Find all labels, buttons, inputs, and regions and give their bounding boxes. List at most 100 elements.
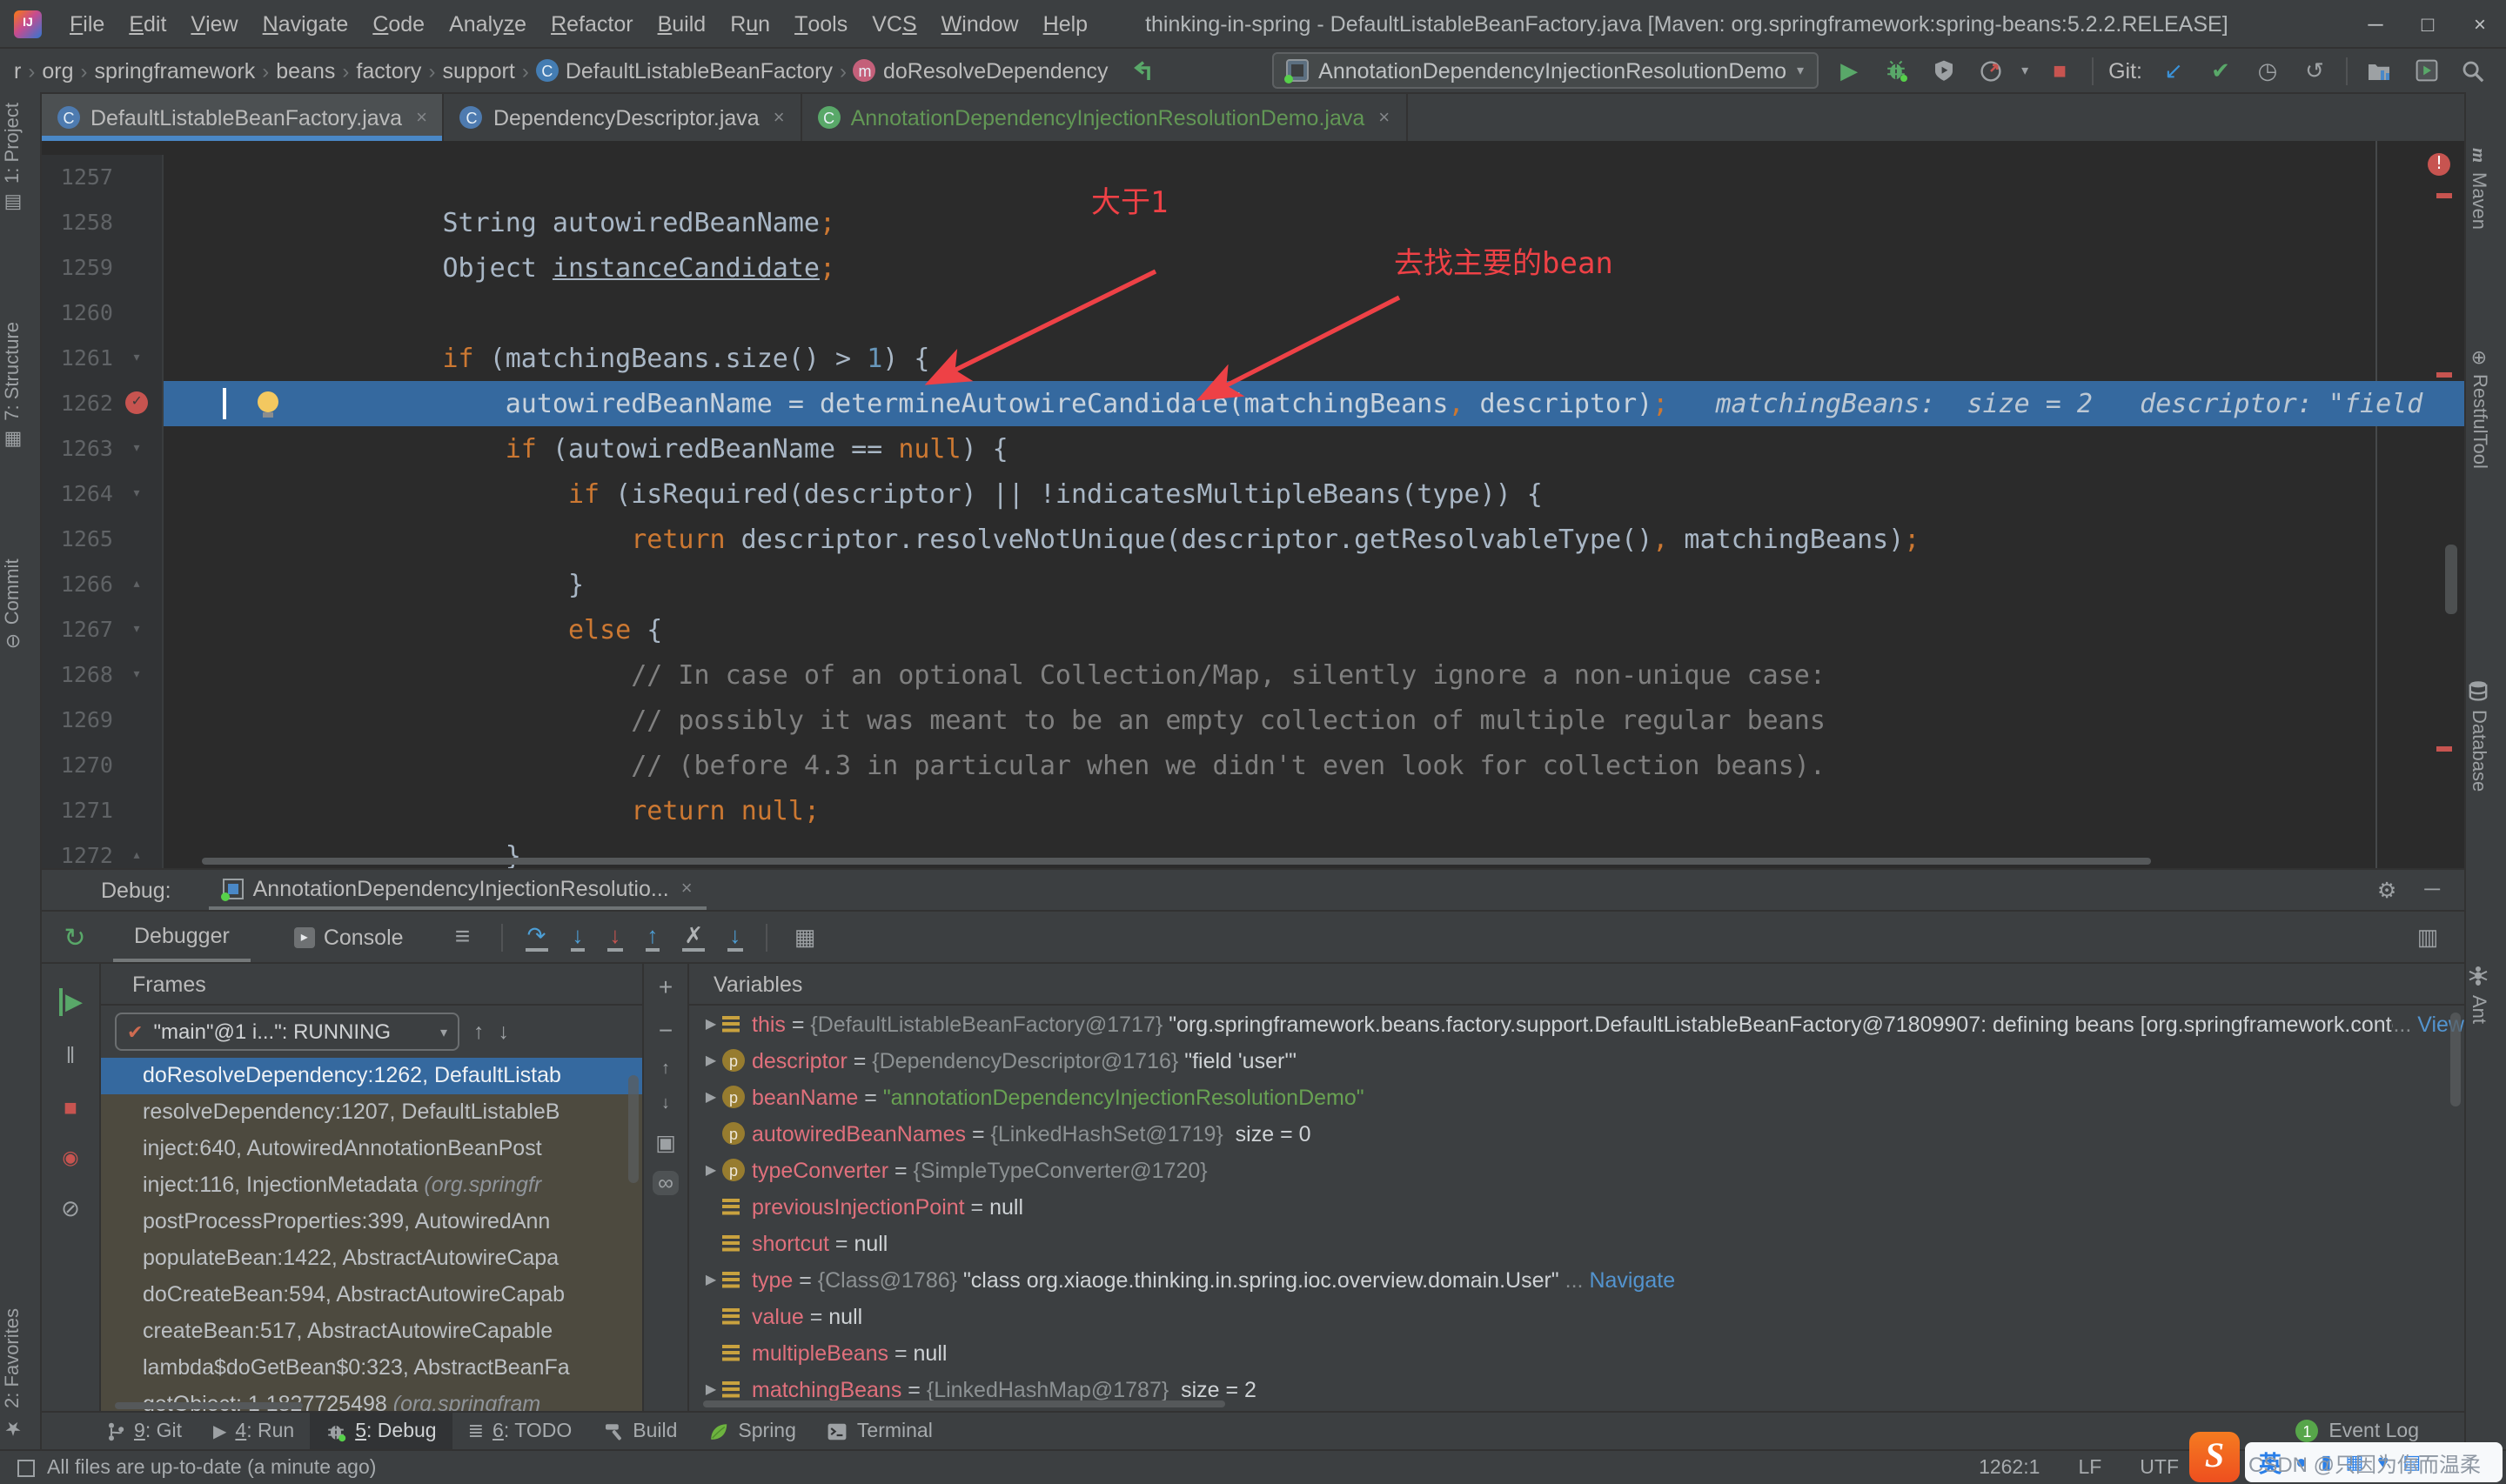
editor-horizontal-scrollbar[interactable]: [202, 858, 2151, 865]
frame-down-icon[interactable]: ↓: [499, 1019, 510, 1044]
tab-debugger[interactable]: Debugger: [113, 912, 251, 962]
changes-folder-icon[interactable]: [2363, 55, 2395, 86]
evaluate-expression-icon[interactable]: ▦: [789, 921, 821, 953]
sidebar-item-structure[interactable]: ▦ 7: Structure: [2, 322, 24, 452]
run-anything-icon[interactable]: [2410, 55, 2442, 86]
run-config-select[interactable]: AnnotationDependencyInjectionResolutionD…: [1271, 52, 1819, 89]
expand-icon[interactable]: ▶: [700, 1272, 722, 1287]
minimize-button[interactable]: ─: [2349, 0, 2402, 47]
error-stripe-mark[interactable]: [2436, 746, 2452, 752]
frame-row[interactable]: createBean:517, AbstractAutowireCapable: [101, 1314, 642, 1350]
menu-item-tools[interactable]: Tools: [782, 0, 860, 47]
step-out-icon[interactable]: ↑: [645, 923, 660, 951]
profiler-button[interactable]: [1974, 55, 2006, 86]
frame-row[interactable]: lambda$doGetBean$0:323, AbstractBeanFa: [101, 1350, 642, 1387]
history-icon[interactable]: ◷: [2252, 55, 2283, 86]
view-breakpoints-icon[interactable]: ◉: [62, 1146, 78, 1169]
menu-item-vcs[interactable]: VC S: [860, 0, 928, 47]
git-update-icon[interactable]: ↙: [2158, 55, 2189, 86]
variables-horizontal-scrollbar[interactable]: [703, 1400, 1225, 1407]
sidebar-item-project[interactable]: ▤ 1: Project: [2, 103, 24, 215]
tool-window-button-todo[interactable]: ≣ 6: TODO: [452, 1413, 588, 1449]
tool-window-button-run[interactable]: ▶ 4: Run: [198, 1413, 310, 1449]
breadcrumb-item[interactable]: r: [10, 58, 24, 83]
close-button[interactable]: ×: [2454, 0, 2506, 47]
editor-tab[interactable]: C DefaultListableBeanFactory.java ×: [42, 94, 445, 141]
profiler-dropdown-icon[interactable]: ▾: [2021, 63, 2028, 78]
variable-row[interactable]: shortcut = null: [689, 1225, 2464, 1261]
frame-row[interactable]: postProcessProperties:399, AutowiredAnn: [101, 1204, 642, 1240]
remove-watch-icon[interactable]: −: [659, 1016, 673, 1044]
run-button[interactable]: ▶: [1833, 55, 1865, 86]
menu-item-file[interactable]: File: [57, 0, 117, 47]
frame-up-icon[interactable]: ↑: [473, 1019, 485, 1044]
close-icon[interactable]: ×: [774, 107, 785, 128]
editor-tab[interactable]: C DependencyDescriptor.java ×: [445, 94, 802, 141]
hide-panel-icon[interactable]: ─: [2424, 877, 2440, 903]
sidebar-item-favorites[interactable]: ★ 2: Favorites: [2, 1307, 24, 1439]
restore-layout-icon[interactable]: ▥: [2412, 921, 2443, 953]
sidebar-item-restfultool[interactable]: ⊕ RestfulTool: [2468, 350, 2490, 469]
tool-window-button-debug[interactable]: 5: Debug: [310, 1413, 452, 1449]
menu-item-navigate[interactable]: Navigate: [251, 0, 361, 47]
stop-button[interactable]: ■: [2044, 55, 2075, 86]
run-to-cursor-icon[interactable]: ↓: [727, 923, 743, 951]
tool-window-button-terminal[interactable]: Terminal: [812, 1413, 948, 1449]
variables-scrollbar[interactable]: [2450, 1013, 2461, 1106]
tool-window-button-git[interactable]: 9: Git: [90, 1413, 198, 1449]
debug-session-tab[interactable]: AnnotationDependencyInjectionResolutio..…: [209, 870, 707, 910]
navigate-link[interactable]: Navigate: [1589, 1267, 1675, 1292]
breadcrumb-item[interactable]: org: [38, 58, 77, 83]
gear-icon[interactable]: ⚙: [2377, 877, 2396, 903]
expand-icon[interactable]: ▶: [700, 1053, 722, 1068]
frame-row[interactable]: doResolveDependency:1262, DefaultListab: [101, 1058, 642, 1094]
search-everywhere-icon[interactable]: [2457, 55, 2489, 86]
frame-row[interactable]: populateBean:1422, AbstractAutowireCapa: [101, 1240, 642, 1277]
frame-row[interactable]: inject:640, AutowiredAnnotationBeanPost: [101, 1131, 642, 1167]
frame-row[interactable]: inject:116, InjectionMetadata (org.sprin…: [101, 1167, 642, 1204]
menu-item-help[interactable]: Help: [1031, 0, 1100, 47]
variable-row[interactable]: ▶ p descriptor = {DependencyDescriptor@171…: [689, 1042, 2464, 1079]
sidebar-item-commit[interactable]: ⊖ Commit: [2, 558, 24, 649]
breadcrumb-item[interactable]: m doResolveDependency: [850, 58, 1112, 83]
error-stripe-mark[interactable]: [2436, 193, 2452, 198]
variable-row[interactable]: ▶ p beanName = "annotationDependencyInject…: [689, 1079, 2464, 1115]
move-down-icon[interactable]: ↓: [661, 1094, 670, 1113]
breadcrumb-item[interactable]: factory: [352, 58, 425, 83]
menu-item-refactor[interactable]: Refactor: [539, 0, 646, 47]
force-step-into-icon[interactable]: ↓: [607, 923, 623, 951]
variable-row[interactable]: multipleBeans = null: [689, 1334, 2464, 1371]
menu-item-view[interactable]: View: [178, 0, 250, 47]
variable-row[interactable]: previousInjectionPoint = null: [689, 1188, 2464, 1225]
breadcrumb-item[interactable]: beans: [272, 58, 338, 83]
breadcrumb-item[interactable]: springframework: [91, 58, 259, 83]
show-watches-icon[interactable]: ∞: [653, 1171, 679, 1195]
step-over-icon[interactable]: ↷: [525, 923, 548, 951]
menu-item-run[interactable]: Run: [718, 0, 782, 47]
maximize-button[interactable]: □: [2402, 0, 2454, 47]
move-up-icon[interactable]: ↑: [661, 1060, 670, 1079]
variable-row[interactable]: p autowiredBeanNames = {LinkedHashSet@171…: [689, 1115, 2464, 1152]
copy-stack-icon[interactable]: ▣: [655, 1129, 676, 1155]
variable-row[interactable]: ▶ this = {DefaultListableBeanFactory@1717…: [689, 1006, 2464, 1042]
sidebar-item-maven[interactable]: m Maven: [2468, 148, 2489, 229]
rerun-icon[interactable]: ↻: [59, 921, 90, 953]
pause-icon[interactable]: ‖: [66, 1042, 76, 1068]
close-icon[interactable]: ×: [681, 878, 693, 899]
resume-icon[interactable]: ▶: [58, 988, 83, 1016]
caret-position[interactable]: 1262:1: [1979, 1457, 2040, 1478]
menu-item-build[interactable]: Build: [646, 0, 719, 47]
sogou-logo[interactable]: S: [2189, 1432, 2240, 1482]
frames-scrollbar[interactable]: [628, 1075, 639, 1183]
layout-menu-icon[interactable]: ≡: [447, 921, 479, 953]
code-editor[interactable]: 1257 1258 String autowiredBeanName; 1259 O…: [42, 141, 2464, 868]
menu-item-window[interactable]: Window: [929, 0, 1031, 47]
breadcrumb-item[interactable]: support: [439, 58, 518, 83]
expand-icon[interactable]: ▶: [700, 1162, 722, 1178]
git-commit-icon[interactable]: ✔: [2205, 55, 2236, 86]
menu-item-analyze[interactable]: Analy z e: [437, 0, 539, 47]
close-icon[interactable]: ×: [416, 107, 427, 128]
breadcrumb-item[interactable]: C DefaultListableBeanFactory: [533, 58, 836, 83]
line-ending[interactable]: LF: [2078, 1457, 2101, 1478]
add-watch-icon[interactable]: +: [659, 973, 673, 1000]
